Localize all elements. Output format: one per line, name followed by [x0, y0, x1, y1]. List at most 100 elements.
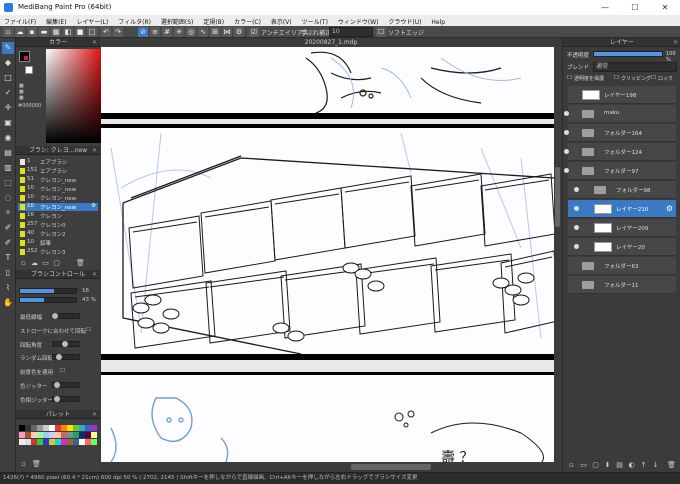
- close-button[interactable]: ✕: [650, 0, 680, 15]
- layer-property-icon[interactable]: ▤: [615, 461, 624, 470]
- eyedropper-icon[interactable]: ⌇: [2, 282, 14, 294]
- square-icon[interactable]: ■: [75, 27, 85, 37]
- brush-item[interactable]: 151 エアブラシ: [18, 167, 98, 175]
- layer-row[interactable]: レイヤー210 ⚙: [568, 200, 676, 218]
- random-rotation-knob[interactable]: [56, 354, 62, 360]
- layer-settings-icon[interactable]: ⚙: [666, 204, 673, 213]
- menu-layer[interactable]: レイヤー(L): [72, 15, 112, 26]
- visibility-eye-icon[interactable]: [564, 130, 569, 135]
- lock-checkbox[interactable]: ☐: [651, 75, 656, 81]
- rotate-stroke-checkbox[interactable]: ☐: [86, 327, 91, 333]
- min-width-knob[interactable]: [52, 313, 58, 319]
- menu-color[interactable]: カラー(C): [230, 15, 265, 26]
- stabilizer-select[interactable]: 10: [329, 27, 373, 37]
- brush-item[interactable]: 252 クレヨン3: [18, 248, 98, 256]
- menu-window[interactable]: ウィンドウ(W): [334, 15, 383, 26]
- visibility-eye-icon[interactable]: [564, 168, 569, 173]
- size-slider[interactable]: [19, 288, 77, 294]
- apply-fg-color-checkbox[interactable]: ☐: [60, 368, 65, 374]
- move-tool-icon[interactable]: ✓: [2, 87, 14, 99]
- menu-filter[interactable]: フィルタ(R): [114, 15, 155, 26]
- magic-wand-icon[interactable]: ✧: [2, 207, 14, 219]
- hue-jitter-knob[interactable]: [54, 396, 60, 402]
- snap-settings-icon[interactable]: ⚙: [234, 27, 244, 37]
- canvas-drawing[interactable]: 壽 ？: [101, 38, 561, 472]
- snap-off-icon[interactable]: ⊘: [138, 27, 148, 37]
- saturation-value-picker[interactable]: [46, 49, 102, 143]
- soft-edge-checkbox[interactable]: ☐: [376, 27, 386, 37]
- flip-icon[interactable]: ◧: [63, 27, 73, 37]
- menu-tool[interactable]: ツール(T): [298, 15, 332, 26]
- square-outline-icon[interactable]: □: [87, 27, 97, 37]
- layer-folder-row[interactable]: フォルダー98: [568, 181, 676, 199]
- undo-icon[interactable]: ↶: [101, 27, 111, 37]
- visibility-eye-icon[interactable]: [564, 111, 569, 116]
- eraser-tool-icon[interactable]: ◆: [2, 57, 14, 69]
- opacity-slider[interactable]: [19, 297, 77, 303]
- snap-grid-icon[interactable]: ⊞: [210, 27, 220, 37]
- rotation-angle-knob[interactable]: [62, 341, 68, 347]
- brush-item[interactable]: 40 クレヨン2: [18, 230, 98, 238]
- clipping-checkbox[interactable]: ☐: [614, 75, 619, 81]
- brush-item[interactable]: 10 クレヨン_new: [18, 194, 98, 202]
- select-pen-icon[interactable]: ✐: [2, 222, 14, 234]
- visibility-eye-icon[interactable]: [564, 149, 569, 154]
- palette-swatch[interactable]: [91, 439, 97, 445]
- layer-row[interactable]: レイヤー198: [568, 86, 676, 104]
- brush-settings-icon[interactable]: ⚙: [91, 203, 96, 209]
- palette-swatch[interactable]: [91, 432, 97, 438]
- delete-brush-icon[interactable]: 🗑: [76, 259, 85, 268]
- layer-folder-row[interactable]: フォルダー63: [568, 257, 676, 275]
- redo-icon[interactable]: ↷: [113, 27, 123, 37]
- panel-close-icon[interactable]: ✕: [92, 38, 97, 47]
- palette-swatch[interactable]: [91, 425, 97, 431]
- snap-perspective-icon[interactable]: ⋈: [222, 27, 232, 37]
- brush-item-selected[interactable]: 10 クレヨン_new ⚙: [18, 203, 98, 211]
- vertical-scrollbar[interactable]: [554, 47, 561, 462]
- menu-view[interactable]: 表示(V): [267, 15, 296, 26]
- layer-folder-row[interactable]: maku: [564, 105, 676, 123]
- select-eraser-icon[interactable]: ✐: [2, 237, 14, 249]
- save-icon[interactable]: ▪: [27, 27, 37, 37]
- hand-tool-icon[interactable]: ✋: [2, 297, 14, 309]
- layer-opacity-slider[interactable]: [593, 51, 663, 57]
- cloud-icon[interactable]: ☁: [15, 27, 25, 37]
- menu-edit[interactable]: 編集(E): [42, 15, 70, 26]
- snap-cross-icon[interactable]: #: [162, 27, 172, 37]
- delete-color-icon[interactable]: 🗑: [32, 460, 41, 469]
- brush-item[interactable]: 16 クレヨン: [18, 212, 98, 220]
- menu-ruler[interactable]: 定規(B): [199, 15, 228, 26]
- visibility-eye-icon[interactable]: [574, 187, 579, 192]
- brush-item[interactable]: 1 エアブラシ: [18, 158, 98, 166]
- fill-tool-icon[interactable]: ▣: [2, 117, 14, 129]
- snap-parallel-icon[interactable]: ≡: [150, 27, 160, 37]
- delete-layer-icon[interactable]: 🗑: [667, 461, 676, 470]
- maximize-button[interactable]: ☐: [620, 0, 650, 15]
- layer-folder-row[interactable]: フォルダー164: [564, 124, 676, 142]
- horizontal-scrollbar[interactable]: [101, 462, 561, 472]
- grid-icon[interactable]: ▦: [51, 27, 61, 37]
- layer-folder-row[interactable]: フォルダー124: [564, 143, 676, 161]
- add-color-icon[interactable]: ▫: [19, 460, 28, 469]
- folder-icon[interactable]: ▭: [41, 259, 50, 268]
- transform-tool-icon[interactable]: ✛: [2, 102, 14, 114]
- bucket-tool-icon[interactable]: ◉: [2, 132, 14, 144]
- canvas-area[interactable]: 壽 ？: [101, 38, 561, 472]
- duplicate-icon[interactable]: ▢: [52, 259, 61, 268]
- layer-row[interactable]: レイヤー209: [568, 219, 676, 237]
- layer-row[interactable]: レイヤー20: [568, 238, 676, 256]
- cloud-brush-icon[interactable]: ☁: [30, 259, 39, 268]
- vertical-scroll-thumb[interactable]: [555, 167, 560, 227]
- shape-tool-icon[interactable]: ▥: [2, 162, 14, 174]
- blend-mode-select[interactable]: 通常: [593, 62, 677, 72]
- layer-mask-icon[interactable]: ◐: [627, 461, 636, 470]
- palette-swatches[interactable]: [19, 425, 97, 455]
- minimize-button[interactable]: —: [590, 0, 620, 15]
- menu-file[interactable]: ファイル(F): [0, 15, 40, 26]
- brush-item[interactable]: 10 鉛筆: [18, 239, 98, 247]
- brush-tool-icon[interactable]: ✎: [2, 42, 14, 54]
- new-layer-icon[interactable]: ▫: [567, 461, 576, 470]
- new-folder-icon[interactable]: ▭: [579, 461, 588, 470]
- divide-tool-icon[interactable]: ▯: [2, 267, 14, 279]
- antialias-checkbox[interactable]: ☑: [249, 27, 259, 37]
